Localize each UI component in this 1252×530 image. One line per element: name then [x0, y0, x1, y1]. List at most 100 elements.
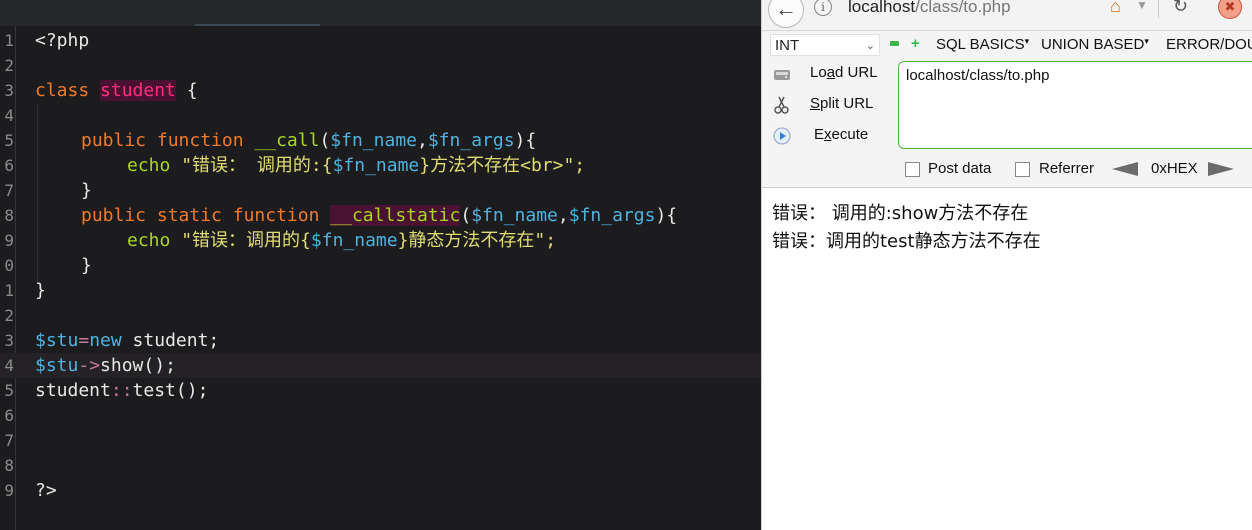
- line-number: 5: [4, 381, 14, 400]
- int-select[interactable]: INT ⌄: [770, 34, 880, 56]
- code-line: public function __call($fn_name,$fn_args…: [81, 128, 536, 153]
- line-number: 4: [4, 106, 14, 125]
- line-number: 9: [4, 231, 14, 250]
- load-url-icon: [774, 70, 790, 80]
- punctuation: ){: [655, 205, 678, 226]
- class-name: student: [100, 80, 176, 101]
- referrer-checkbox[interactable]: [1015, 162, 1030, 177]
- line-number: 4: [4, 356, 14, 375]
- keyword: public: [81, 130, 147, 151]
- variable: $stu: [35, 355, 79, 376]
- line-number: 7: [4, 181, 14, 200]
- info-icon[interactable]: i: [814, 0, 832, 16]
- code-line: echo "错误：调用的{$fn_name}静态方法不存在";: [127, 228, 556, 253]
- code-line: }: [81, 178, 92, 203]
- menu-error-double[interactable]: ERROR/DOU: [1166, 36, 1252, 53]
- php-close-tag: ?>: [35, 480, 57, 501]
- back-arrow-icon[interactable]: ←: [768, 0, 804, 28]
- keyword: echo: [127, 230, 171, 251]
- keyword: public: [81, 205, 147, 226]
- chevron-down-icon: ⌄: [865, 40, 875, 52]
- keyword: new: [89, 330, 122, 351]
- line-number: 2: [4, 56, 14, 75]
- code-line: }: [35, 278, 46, 303]
- code-line: <?php: [35, 28, 89, 53]
- code-line: class student {: [35, 78, 198, 103]
- code-line: $stu=new student;: [35, 328, 219, 353]
- line-number: 0: [4, 256, 14, 275]
- editor-tab-bar: [0, 0, 761, 26]
- menu-union-based[interactable]: UNION BASED▾: [1041, 36, 1149, 53]
- line-number: 8: [4, 206, 14, 225]
- arrow-right-icon[interactable]: [1208, 162, 1234, 176]
- line-number: 5: [4, 131, 14, 150]
- code-line: student::test();: [35, 378, 208, 403]
- code-line: public static function __callstatic($fn_…: [81, 203, 677, 228]
- line-number: 8: [4, 456, 14, 475]
- operator: =: [78, 330, 90, 351]
- punctuation: {: [175, 80, 198, 101]
- divider: [1158, 0, 1159, 18]
- url-host: localhost: [848, 0, 916, 16]
- plus-icon[interactable]: +: [911, 35, 920, 52]
- reload-icon[interactable]: ↻: [1173, 0, 1188, 17]
- code-editor[interactable]: 1 2 3 4 5 6 7 8 9 0 1 2 3 4 5 6 7 8 9 <?…: [0, 0, 761, 530]
- scissors-icon: [774, 96, 789, 114]
- arrow-left-icon[interactable]: [1112, 162, 1138, 176]
- identifier: test();: [132, 380, 209, 401]
- menu-sql-basics[interactable]: SQL BASICS▾: [936, 36, 1029, 53]
- variable: $fn_args: [427, 130, 515, 151]
- code-line: }: [81, 253, 92, 278]
- keyword: class: [35, 80, 90, 101]
- hex-label: 0xHEX: [1151, 160, 1198, 177]
- page-output: 错误： 调用的:show方法不存在 错误：调用的test静态方法不存在: [772, 200, 1041, 256]
- minus-icon[interactable]: [890, 41, 899, 46]
- variable: $fn_args: [568, 205, 656, 226]
- variable: $fn_name: [332, 155, 420, 176]
- output-line: 错误：调用的test静态方法不存在: [772, 231, 1041, 252]
- line-number: 1: [4, 31, 14, 50]
- output-line: 错误： 调用的:show方法不存在: [772, 203, 1029, 224]
- string: "错误： 调用的:{: [181, 155, 333, 176]
- string: <br>: [520, 155, 564, 176]
- browser-window: ← i localhost/class/to.php ⌂ ▼ ↻ ✖ INT ⌄ …: [761, 0, 1252, 530]
- indent-guide: [37, 104, 38, 284]
- punctuation: (: [319, 130, 331, 151]
- string: "错误：调用的{: [181, 230, 311, 251]
- post-data-checkbox[interactable]: [905, 162, 920, 177]
- punctuation: }: [81, 180, 92, 201]
- dropdown-arrow-icon[interactable]: ▼: [1136, 0, 1148, 12]
- method-name: __callstatic: [330, 205, 461, 226]
- string: }静态方法不存在";: [397, 230, 557, 251]
- referrer-label: Referrer: [1039, 160, 1095, 177]
- line-number: 3: [4, 331, 14, 350]
- line-number: 7: [4, 431, 14, 450]
- identifier: student;: [121, 330, 220, 351]
- post-data-label: Post data: [928, 160, 992, 177]
- punctuation: ,: [417, 130, 428, 151]
- addon-icon[interactable]: ✖: [1218, 0, 1242, 19]
- play-icon: [773, 127, 791, 145]
- active-tab-indicator: [195, 24, 320, 26]
- line-number: 2: [4, 306, 14, 325]
- line-number: 1: [4, 281, 14, 300]
- string: ";: [563, 155, 586, 176]
- line-number: 3: [4, 81, 14, 100]
- code-line: echo "错误： 调用的:{$fn_name}方法不存在<br>";: [127, 153, 585, 178]
- url-bar[interactable]: ← i localhost/class/to.php ⌂ ▼ ↻ ✖: [762, 0, 1252, 31]
- variable: $fn_name: [330, 130, 417, 151]
- punctuation: }: [35, 280, 46, 301]
- url-text[interactable]: localhost/class/to.php: [848, 0, 1011, 17]
- line-number: 6: [4, 156, 14, 175]
- punctuation: (: [460, 205, 472, 226]
- line-number: 9: [4, 481, 14, 500]
- hackbar-panel: INT ⌄ + SQL BASICS▾ UNION BASED▾ ERROR/DO…: [762, 31, 1252, 188]
- keyword: function: [232, 205, 320, 226]
- gutter-divider: [15, 26, 16, 530]
- home-icon[interactable]: ⌂: [1110, 0, 1121, 17]
- variable: $stu: [35, 330, 79, 351]
- url-textarea[interactable]: localhost/class/to.php: [898, 61, 1252, 149]
- line-number: 6: [4, 406, 14, 425]
- string: }方法不存在: [419, 155, 521, 176]
- php-open-tag: <?php: [35, 30, 90, 51]
